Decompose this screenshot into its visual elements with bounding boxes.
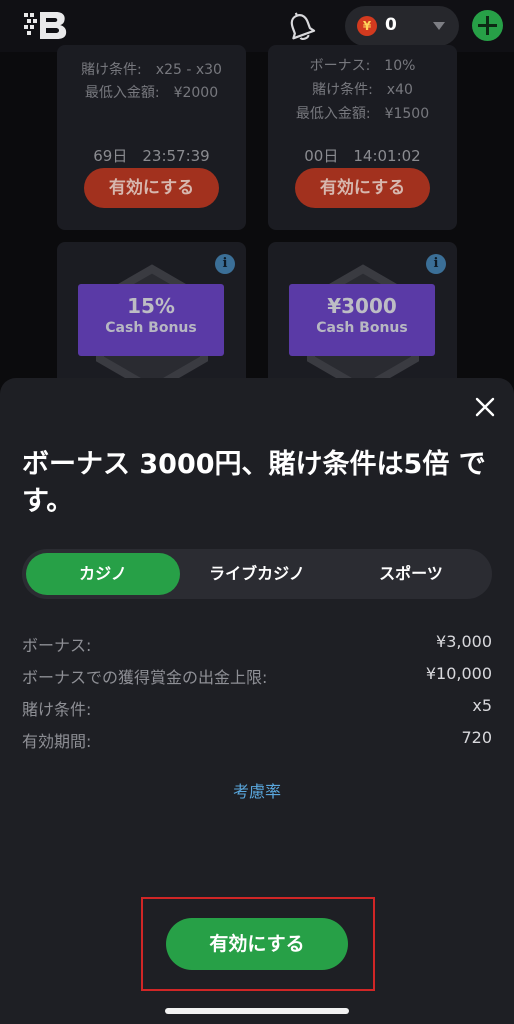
card-detail-row: 最低入金額: ¥1500 — [295, 106, 430, 122]
detail-value: x5 — [472, 696, 492, 715]
detail-label: ボーナス: — [22, 636, 92, 655]
contribution-rate-link[interactable]: 考慮率 — [0, 778, 514, 802]
tab-sports[interactable]: スポーツ — [334, 553, 488, 595]
chevron-down-icon — [433, 22, 445, 30]
card-activate-button[interactable]: 有効にする — [84, 168, 219, 208]
card-countdown: 69日 23:57:39 — [93, 147, 210, 165]
card-activate-button[interactable]: 有効にする — [295, 168, 430, 208]
detail-row-validity: 有効期間: 720 — [22, 728, 492, 754]
detail-row-bonus: ボーナス: ¥3,000 — [22, 632, 492, 658]
bonus-card[interactable]: i 15% Cash Bonus — [57, 242, 246, 394]
detail-label: 有効期間: — [22, 732, 92, 751]
card-detail-row: 賭け条件: x40 — [312, 82, 413, 98]
info-icon[interactable]: i — [426, 254, 446, 274]
detail-label: ボーナスでの獲得賞金の出金上限: — [22, 668, 268, 687]
detail-value: ¥10,000 — [425, 664, 492, 683]
bonus-card[interactable]: i ¥3000 Cash Bonus — [268, 242, 457, 394]
detail-value: 720 — [461, 728, 492, 747]
close-icon[interactable] — [472, 394, 498, 420]
bonus-card: ボーナス: 10% 賭け条件: x40 最低入金額: ¥1500 00日 14:… — [268, 45, 457, 230]
notification-bell-icon[interactable] — [284, 10, 318, 44]
promo-title: ¥3000 — [327, 294, 397, 318]
yen-coin-icon: ¥ — [357, 16, 377, 36]
promo-banner: ¥3000 Cash Bonus — [289, 284, 435, 356]
tab-live-casino[interactable]: ライブカジノ — [180, 553, 334, 595]
brand-logo[interactable] — [24, 10, 68, 40]
card-countdown: 00日 14:01:02 — [304, 147, 421, 165]
promo-subtitle: Cash Bonus — [105, 320, 197, 336]
promo-banner: 15% Cash Bonus — [78, 284, 224, 356]
card-detail-row: ボーナス: 10% — [309, 58, 416, 74]
tab-casino[interactable]: カジノ — [26, 553, 180, 595]
detail-row-wagering: 賭け条件: x5 — [22, 696, 492, 722]
detail-row-withdraw-limit: ボーナスでの獲得賞金の出金上限: ¥10,000 — [22, 664, 492, 690]
promo-subtitle: Cash Bonus — [316, 320, 408, 336]
detail-label: 賭け条件: — [22, 700, 92, 719]
detail-value: ¥3,000 — [436, 632, 492, 651]
sheet-title: ボーナス 3000円、賭け条件は5倍 です。 — [22, 449, 486, 517]
balance-value: 0 — [385, 15, 397, 35]
deposit-plus-button[interactable] — [472, 10, 503, 41]
balance-selector[interactable]: ¥ 0 — [345, 6, 459, 46]
promo-title: 15% — [127, 294, 175, 318]
category-tabs: カジノ ライブカジノ スポーツ — [22, 549, 492, 599]
activate-bonus-button[interactable]: 有効にする — [166, 918, 348, 970]
home-indicator[interactable] — [165, 1008, 349, 1014]
card-detail-row: 賭け条件: x25 - x30 — [81, 62, 222, 78]
bonus-card: 賭け条件: x25 - x30 最低入金額: ¥2000 69日 23:57:3… — [57, 45, 246, 230]
info-icon[interactable]: i — [215, 254, 235, 274]
card-detail-row: 最低入金額: ¥2000 — [84, 85, 219, 101]
